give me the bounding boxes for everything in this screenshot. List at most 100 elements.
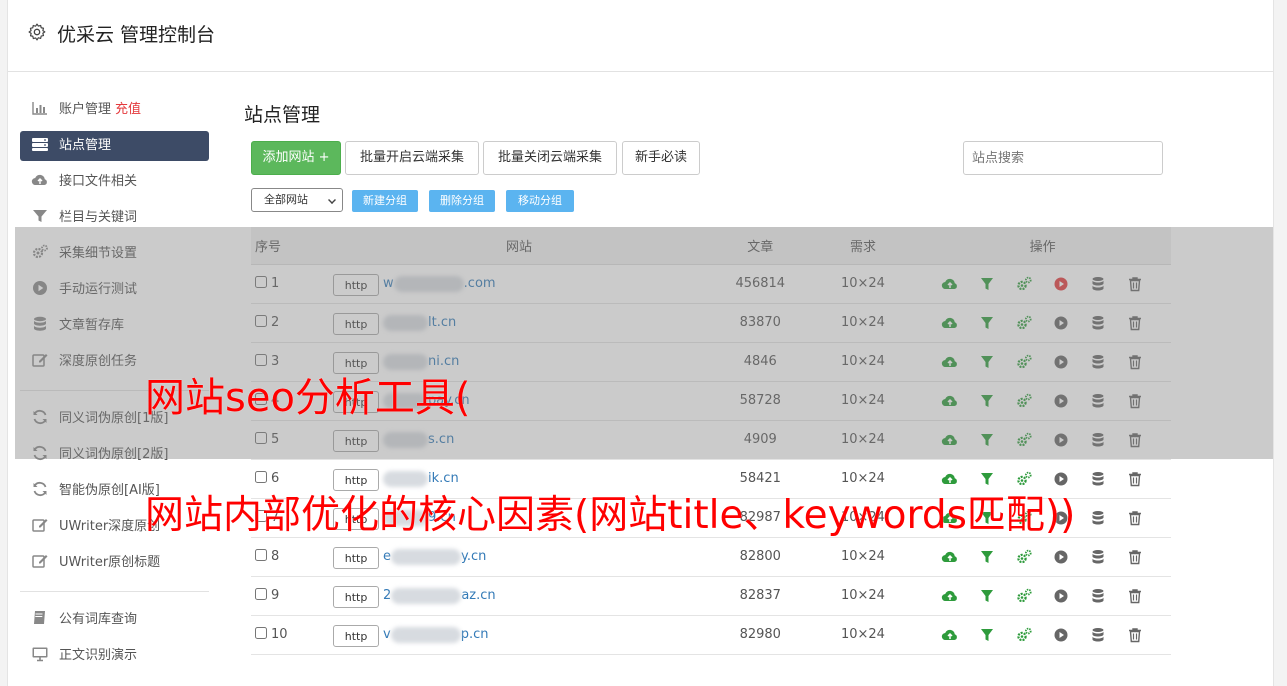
cloud-upload-icon[interactable] (941, 431, 959, 449)
cogs-icon[interactable] (1015, 470, 1033, 488)
batch-open-cloud-button[interactable]: 批量开启云端采集 (345, 141, 479, 175)
filter-icon[interactable] (978, 314, 996, 332)
cloud-upload-icon[interactable] (941, 392, 959, 410)
site-domain-link[interactable]: lt.cn (383, 314, 456, 331)
database-icon[interactable] (1089, 587, 1107, 605)
row-checkbox[interactable] (255, 509, 267, 522)
database-icon[interactable] (1089, 314, 1107, 332)
sidebar-item-synonym-v1[interactable]: 同义词伪原创[1版] (20, 401, 209, 437)
article-count[interactable]: 83870 (708, 303, 812, 343)
filter-icon[interactable] (978, 509, 996, 527)
row-checkbox[interactable] (255, 431, 267, 444)
cogs-icon[interactable] (1015, 509, 1033, 527)
filter-icon[interactable] (978, 431, 996, 449)
sidebar-item-uwriter-deep[interactable]: UWriter深度原创 (20, 509, 209, 545)
sidebar-item-account[interactable]: 账户管理 充值 (20, 92, 209, 128)
row-checkbox[interactable] (255, 470, 267, 483)
site-search-input[interactable] (963, 141, 1163, 175)
article-count[interactable]: 82980 (708, 615, 812, 655)
article-count[interactable]: 456814 (708, 264, 812, 304)
site-domain-link[interactable]: 9.cn (383, 509, 456, 526)
database-icon[interactable] (1089, 392, 1107, 410)
trash-icon[interactable] (1126, 548, 1144, 566)
site-domain-link[interactable]: pay.cn (383, 392, 470, 409)
row-checkbox[interactable] (255, 626, 267, 639)
site-domain-link[interactable]: v p.cn (383, 626, 489, 643)
filter-icon[interactable] (978, 587, 996, 605)
play-icon[interactable] (1052, 470, 1070, 488)
cogs-icon[interactable] (1015, 548, 1033, 566)
sidebar-item-manual-run[interactable]: 手动运行测试 (20, 272, 209, 308)
cogs-icon[interactable] (1015, 431, 1033, 449)
play-icon[interactable] (1052, 392, 1070, 410)
play-icon[interactable] (1052, 275, 1070, 293)
database-icon[interactable] (1089, 431, 1107, 449)
cloud-upload-icon[interactable] (941, 275, 959, 293)
article-count[interactable]: 82987 (708, 498, 812, 538)
sidebar-item-ai-original[interactable]: 智能伪原创[AI版] (20, 473, 209, 509)
demand-value[interactable]: 10×24 (811, 303, 915, 343)
site-domain-link[interactable]: ni.cn (383, 353, 459, 370)
sidebar-item-text-recognition[interactable]: 正文识别演示 (20, 638, 209, 674)
article-count[interactable]: 58728 (708, 381, 812, 421)
new-group-button[interactable]: 新建分组 (352, 190, 418, 212)
sidebar-item-columns[interactable]: 栏目与关键词 (20, 200, 209, 236)
sidebar-item-collect-settings[interactable]: 采集细节设置 (20, 236, 209, 272)
cogs-icon[interactable] (1015, 275, 1033, 293)
trash-icon[interactable] (1126, 509, 1144, 527)
trash-icon[interactable] (1126, 275, 1144, 293)
article-count[interactable]: 82837 (708, 576, 812, 616)
database-icon[interactable] (1089, 509, 1107, 527)
trash-icon[interactable] (1126, 314, 1144, 332)
sidebar-item-sites[interactable]: 站点管理 (20, 131, 209, 161)
site-domain-link[interactable]: e y.cn (383, 548, 486, 565)
sidebar-item-synonym-v2[interactable]: 同义词伪原创[2版] (20, 437, 209, 473)
row-checkbox[interactable] (255, 587, 267, 600)
cloud-upload-icon[interactable] (941, 509, 959, 527)
demand-value[interactable]: 10×24 (811, 420, 915, 460)
cloud-upload-icon[interactable] (941, 548, 959, 566)
trash-icon[interactable] (1126, 587, 1144, 605)
beginner-guide-button[interactable]: 新手必读 (622, 141, 700, 175)
site-domain-link[interactable]: 2 az.cn (383, 587, 496, 604)
filter-icon[interactable] (978, 392, 996, 410)
sidebar-item-article-store[interactable]: 文章暂存库 (20, 308, 209, 344)
site-domain-link[interactable]: ik.cn (383, 470, 459, 487)
trash-icon[interactable] (1126, 626, 1144, 644)
batch-close-cloud-button[interactable]: 批量关闭云端采集 (483, 141, 617, 175)
cogs-icon[interactable] (1015, 353, 1033, 371)
database-icon[interactable] (1089, 470, 1107, 488)
demand-value[interactable]: 10×24 (811, 381, 915, 421)
demand-value[interactable]: 10×24 (811, 615, 915, 655)
trash-icon[interactable] (1126, 353, 1144, 371)
article-count[interactable]: 4846 (708, 342, 812, 382)
row-checkbox[interactable] (255, 392, 267, 405)
article-count[interactable]: 58421 (708, 459, 812, 499)
demand-value[interactable]: 10×24 (811, 537, 915, 577)
row-checkbox[interactable] (255, 275, 267, 288)
filter-icon[interactable] (978, 626, 996, 644)
delete-group-button[interactable]: 删除分组 (429, 190, 495, 212)
database-icon[interactable] (1089, 353, 1107, 371)
database-icon[interactable] (1089, 548, 1107, 566)
recharge-link[interactable]: 充值 (115, 102, 141, 117)
cogs-icon[interactable] (1015, 314, 1033, 332)
cogs-icon[interactable] (1015, 587, 1033, 605)
demand-value[interactable]: 10×24 (811, 342, 915, 382)
trash-icon[interactable] (1126, 470, 1144, 488)
cogs-icon[interactable] (1015, 626, 1033, 644)
cloud-upload-icon[interactable] (941, 587, 959, 605)
row-checkbox[interactable] (255, 548, 267, 561)
sidebar-item-public-lexicon[interactable]: 公有词库查询 (20, 602, 209, 638)
play-icon[interactable] (1052, 314, 1070, 332)
filter-icon[interactable] (978, 470, 996, 488)
sidebar-item-deep-original[interactable]: 深度原创任务 (20, 344, 209, 380)
cogs-icon[interactable] (1015, 392, 1033, 410)
filter-icon[interactable] (978, 548, 996, 566)
play-icon[interactable] (1052, 509, 1070, 527)
site-domain-link[interactable]: w .com (383, 275, 496, 292)
sidebar-item-interface[interactable]: 接口文件相关 (20, 164, 209, 200)
add-site-button[interactable]: 添加网站 + (251, 141, 341, 175)
move-group-button[interactable]: 移动分组 (506, 190, 574, 212)
filter-icon[interactable] (978, 275, 996, 293)
